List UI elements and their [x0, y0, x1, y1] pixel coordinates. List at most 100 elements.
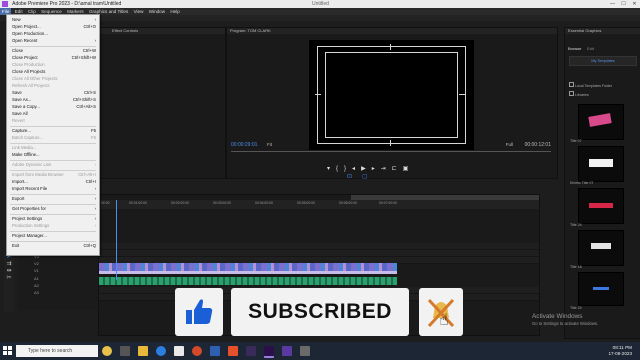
- menu-view[interactable]: View: [132, 8, 146, 15]
- file-menu-item-close-all-projects[interactable]: Close All Projects: [12, 69, 96, 75]
- file-menu-item-capture[interactable]: Capture... F5: [12, 128, 96, 134]
- system-clock[interactable]: 08:11 PM 17-08-2023: [609, 345, 633, 357]
- file-menu-item-import-recent-file[interactable]: Import Recent File ›: [12, 186, 96, 192]
- mark-in-icon[interactable]: ▾: [327, 166, 336, 172]
- tab-effect-controls[interactable]: Effect Controls: [112, 28, 138, 33]
- secondary-controls: ⊡▢: [347, 173, 378, 180]
- tab-edit[interactable]: Edit: [587, 46, 594, 51]
- file-explorer-icon[interactable]: [138, 346, 148, 356]
- ruler-tick: 00:07:00:00: [379, 201, 397, 205]
- chrome-icon[interactable]: [192, 346, 202, 356]
- app-icon[interactable]: [228, 346, 238, 356]
- template-thumbnail[interactable]: [578, 272, 624, 306]
- file-menu-item-adobe-dynamic-link[interactable]: Adobe Dynamic Link ›: [12, 162, 96, 168]
- time-ruler[interactable]: 00:00 00:01:00:00 00:02:00:00 00:03:00:0…: [99, 200, 539, 209]
- close-button[interactable]: ✕: [629, 0, 640, 8]
- template-thumbnail[interactable]: [578, 146, 624, 182]
- program-viewer[interactable]: [309, 40, 474, 150]
- essential-graphics-title[interactable]: Essential Graphics: [568, 28, 601, 33]
- task-view-icon[interactable]: [120, 346, 130, 356]
- go-to-out-icon[interactable]: ⇥: [381, 166, 392, 172]
- edge-icon[interactable]: [156, 346, 166, 356]
- checkbox-icon[interactable]: [569, 82, 574, 87]
- scrubber-bar[interactable]: [231, 151, 551, 152]
- file-menu-item-export[interactable]: Export ›: [12, 196, 96, 202]
- app-icon[interactable]: [300, 346, 310, 356]
- resolution-dropdown[interactable]: Full: [506, 142, 513, 147]
- ripple-edit-tool-icon[interactable]: ⇹: [4, 267, 14, 274]
- file-menu-item-link-media[interactable]: Link Media...: [12, 145, 96, 151]
- taskbar-search-input[interactable]: Type here to search: [16, 345, 98, 357]
- store-icon[interactable]: [174, 346, 184, 356]
- notification-bell-button[interactable]: ☝: [419, 288, 463, 336]
- file-menu-item-import-from-media-browser[interactable]: Import from Media Browser Ctrl+Alt+I: [12, 172, 96, 178]
- file-menu-item-revert[interactable]: Revert: [12, 118, 96, 124]
- file-menu-item-save[interactable]: Save Ctrl+S: [12, 90, 96, 96]
- comparison-view-icon[interactable]: ⊡: [347, 174, 362, 180]
- like-button[interactable]: [175, 288, 223, 336]
- template-thumbnail[interactable]: [578, 230, 624, 266]
- my-templates-dropdown[interactable]: My Templates: [569, 56, 637, 66]
- app-icon[interactable]: [102, 346, 112, 356]
- menu-item-label: Batch Capture...: [12, 135, 44, 140]
- file-menu-item-production-settings[interactable]: Production Settings ›: [12, 223, 96, 229]
- tab-browse[interactable]: Browse: [568, 46, 581, 51]
- file-menu-item-save-all[interactable]: Save All: [12, 111, 96, 117]
- mark-out-icon[interactable]: }: [344, 166, 352, 172]
- file-menu-item-open-production[interactable]: Open Production...: [12, 31, 96, 37]
- file-menu-item-close-production[interactable]: Close Production: [12, 62, 96, 68]
- app-icon[interactable]: [282, 346, 292, 356]
- windows-start-icon[interactable]: [3, 346, 12, 355]
- menu-item-shortcut: F5: [90, 128, 96, 133]
- track-select-tool-icon[interactable]: ⇉: [4, 260, 14, 267]
- program-label[interactable]: Program: TOM CLARK: [230, 28, 271, 33]
- file-menu-item-close-project[interactable]: Close Project Ctrl+Shift+W: [12, 55, 96, 61]
- camera-icon[interactable]: ▢: [362, 174, 378, 180]
- checkbox-icon[interactable]: [569, 91, 574, 96]
- fit-dropdown[interactable]: Fit: [267, 142, 272, 147]
- menu-separator: [10, 160, 96, 161]
- menu-separator: [10, 126, 96, 127]
- menu-window[interactable]: Window: [147, 8, 167, 15]
- file-menu-item-save-as[interactable]: Save As... Ctrl+Shift+S: [12, 97, 96, 103]
- track-row: [99, 250, 539, 257]
- app-icon[interactable]: [246, 346, 256, 356]
- file-menu-item-close-all-other-projects[interactable]: Close All Other Projects: [12, 76, 96, 82]
- file-menu-item-refresh-all-projects[interactable]: Refresh All Projects: [12, 83, 96, 89]
- file-menu-item-save-a-copy[interactable]: Save a Copy... Ctrl+Alt+S: [12, 104, 96, 110]
- razor-tool-icon[interactable]: ✂: [4, 274, 14, 281]
- menu-help[interactable]: Help: [168, 8, 181, 15]
- file-menu-item-open-recent[interactable]: Open Recent ›: [12, 38, 96, 44]
- menu-item-label: Open Project...: [12, 24, 41, 29]
- word-icon[interactable]: [210, 346, 220, 356]
- lift-icon[interactable]: ⊏: [392, 166, 403, 172]
- play-icon[interactable]: ▶: [361, 166, 372, 172]
- step-forward-icon[interactable]: ▸: [372, 166, 381, 172]
- premiere-taskbar-icon[interactable]: [264, 346, 274, 358]
- file-menu-item-project-settings[interactable]: Project Settings ›: [12, 216, 96, 222]
- menu-item-shortcut: Ctrl+Alt+S: [76, 104, 96, 109]
- subscribed-button[interactable]: SUBSCRIBED: [231, 288, 409, 336]
- export-frame-icon[interactable]: ▣: [403, 166, 415, 172]
- add-marker-icon[interactable]: {: [336, 166, 344, 172]
- timeline-playhead[interactable]: [116, 200, 117, 280]
- file-menu-item-batch-capture[interactable]: Batch Capture... F6: [12, 135, 96, 141]
- video-clip-strip[interactable]: [99, 271, 397, 274]
- file-menu-item-open-project[interactable]: Open Project... Ctrl+O: [12, 24, 96, 30]
- maximize-button[interactable]: ☐: [618, 0, 629, 8]
- file-menu-item-close[interactable]: Close Ctrl+W: [12, 48, 96, 54]
- file-menu-item-make-offline[interactable]: Make Offline...: [12, 152, 96, 158]
- step-back-icon[interactable]: ◂: [352, 166, 361, 172]
- file-menu-item-import[interactable]: Import... Ctrl+I: [12, 179, 96, 185]
- template-thumbnail[interactable]: [578, 188, 624, 224]
- file-menu-item-get-properties-for[interactable]: Get Properties for ›: [12, 206, 96, 212]
- activate-windows-title: Activate Windows: [532, 313, 583, 320]
- playhead-timecode[interactable]: 00:00:29:01: [231, 142, 257, 148]
- file-menu-item-exit[interactable]: Exit Ctrl+Q: [12, 243, 96, 249]
- file-menu-item-new[interactable]: New ›: [12, 17, 96, 23]
- file-menu-item-project-manager[interactable]: Project Manager...: [12, 233, 96, 239]
- menu-item-label: Save As...: [12, 97, 32, 102]
- audio-clip[interactable]: [99, 277, 397, 285]
- minimize-button[interactable]: —: [607, 0, 618, 8]
- template-thumbnail[interactable]: [578, 104, 624, 140]
